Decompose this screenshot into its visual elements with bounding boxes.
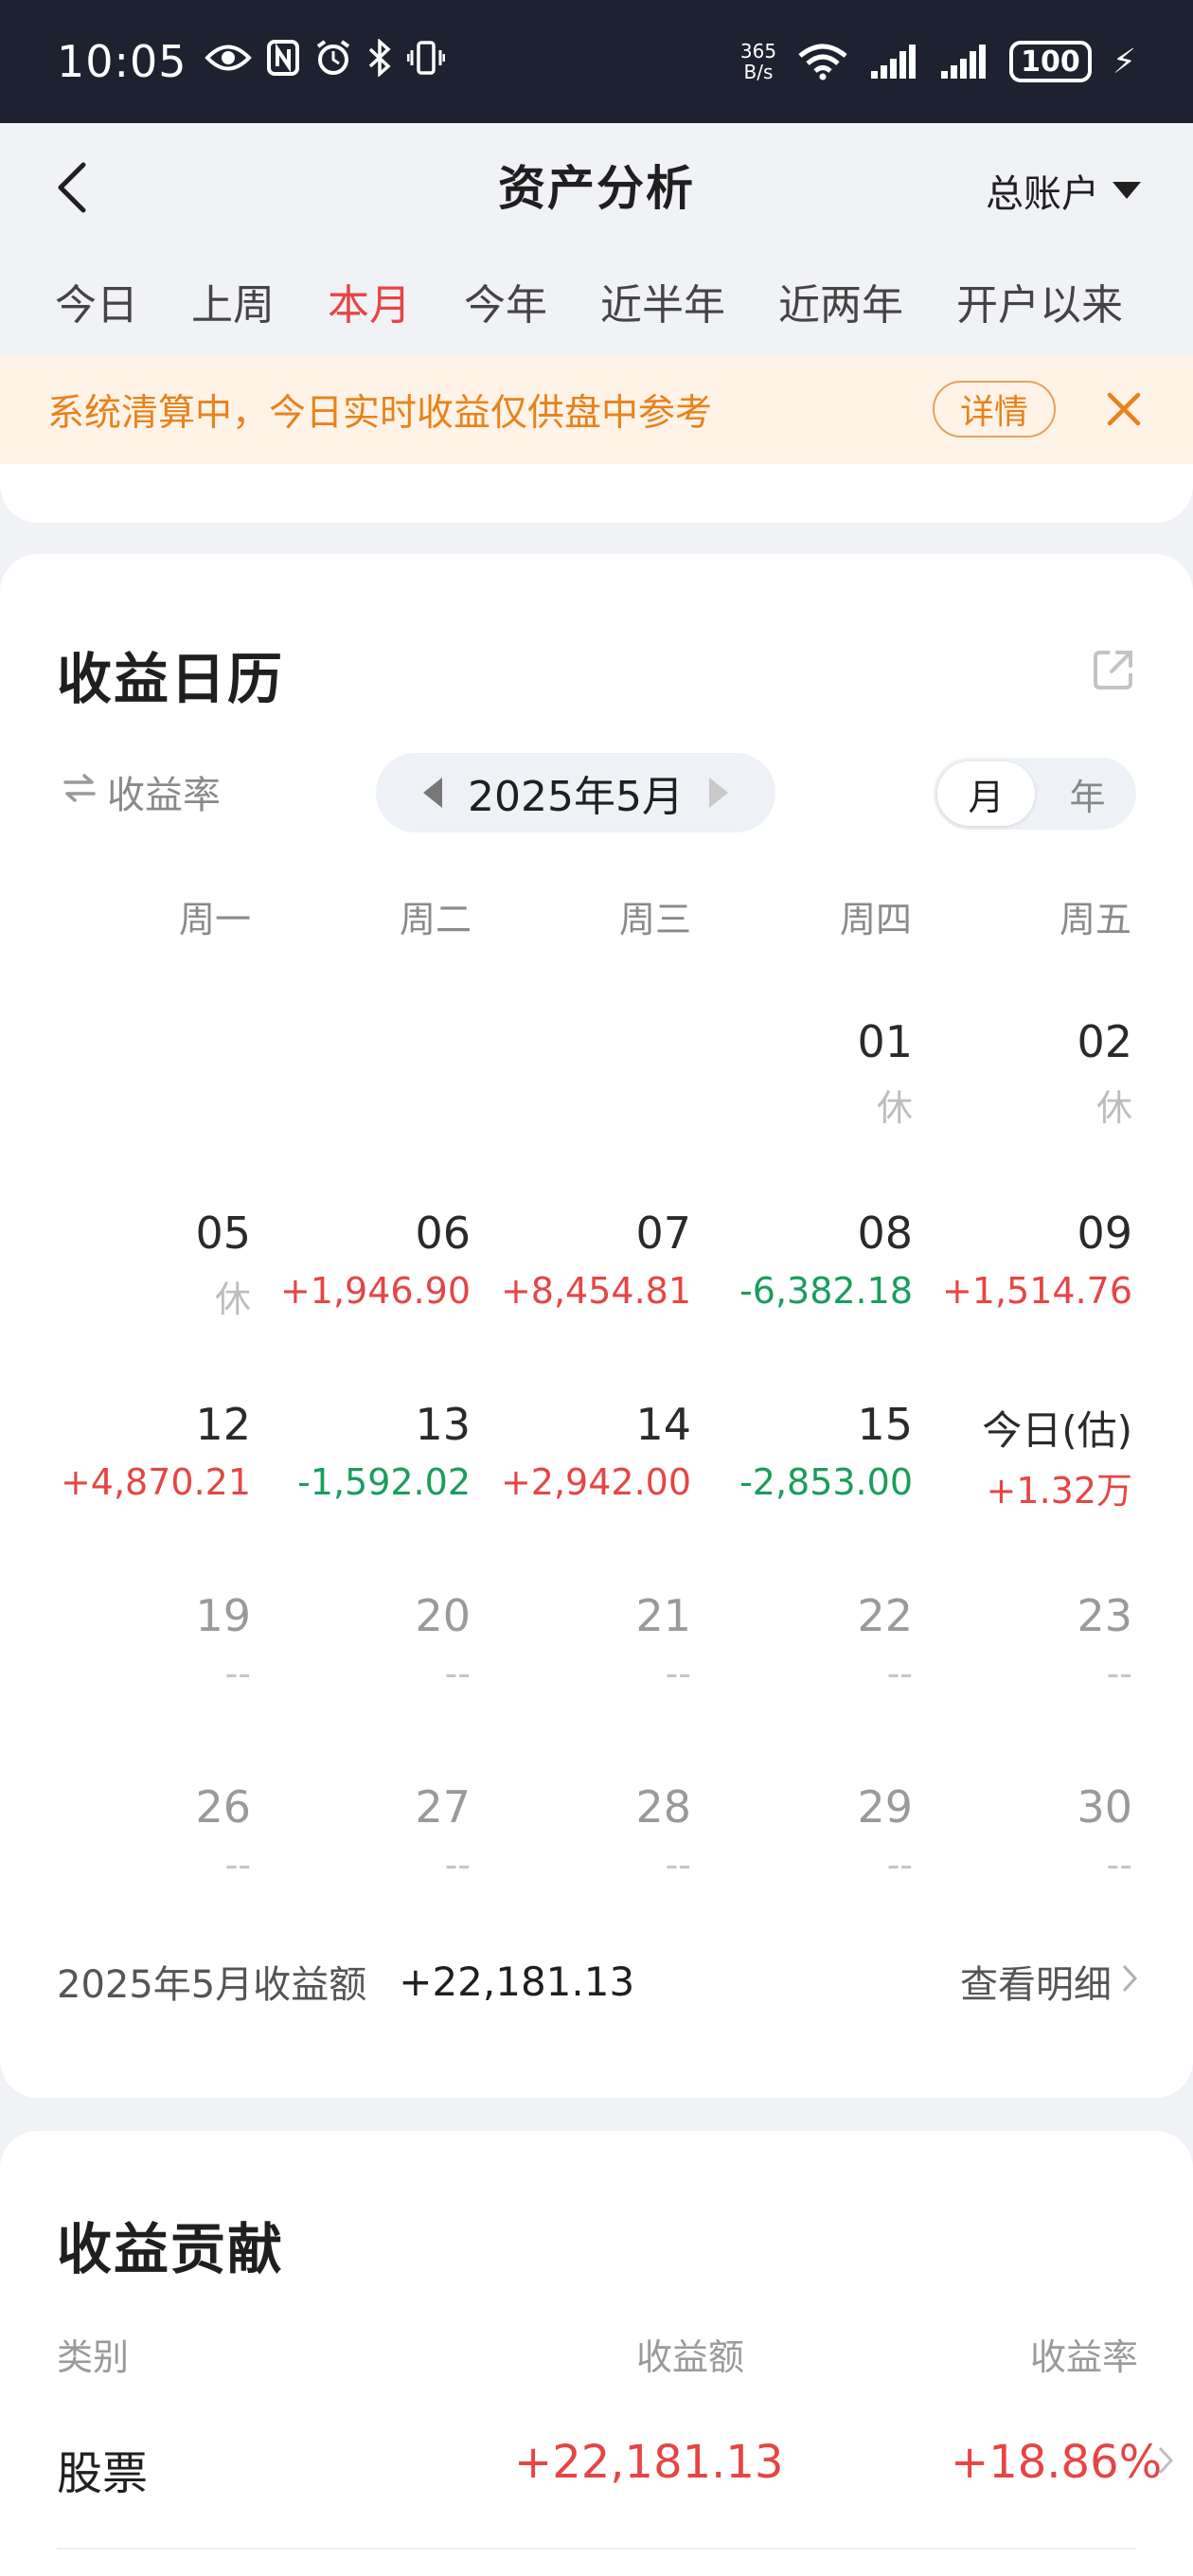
calendar-day[interactable]: 14 +2,942.00 <box>472 1399 691 1503</box>
weekday-wed: 周三 <box>618 899 691 940</box>
swap-icon <box>62 770 98 814</box>
calendar-day[interactable]: 07 +8,454.81 <box>472 1208 691 1312</box>
calendar-day[interactable]: 12 +4,870.21 <box>31 1399 251 1503</box>
account-label: 总账户 <box>986 172 1099 216</box>
account-selector[interactable]: 总账户 <box>986 163 1141 218</box>
mode-month[interactable]: 月 <box>937 761 1035 826</box>
rate-toggle[interactable]: 收益率 <box>62 764 221 819</box>
weekday-tue: 周二 <box>399 899 472 940</box>
tab-today[interactable]: 今日 <box>55 271 138 331</box>
vibrate-icon <box>406 39 446 85</box>
status-time: 10:05 <box>57 36 187 87</box>
contribution-title: 收益贡献 <box>57 2217 285 2281</box>
nfc-icon <box>266 39 299 84</box>
settlement-notice: 系统清算中，今日实时收益仅供盘中参考 详情 <box>0 355 1193 464</box>
next-month-icon[interactable] <box>709 778 728 808</box>
col-header-amount: 收益额 <box>636 2336 745 2378</box>
col-header-rate: 收益率 <box>1030 2336 1139 2378</box>
calendar-day[interactable]: 30 -- <box>913 1781 1132 1886</box>
notice-text: 系统清算中，今日实时收益仅供盘中参考 <box>47 391 713 435</box>
row-divider <box>57 2548 1136 2549</box>
prev-month-icon[interactable] <box>423 778 442 808</box>
previous-card-bottom <box>0 464 1193 523</box>
status-icons <box>204 37 446 85</box>
calendar-day-today[interactable]: 今日(估) +1.32万 <box>913 1399 1132 1513</box>
header: 资产分析 总账户 <box>0 123 1193 246</box>
weekday-fri: 周五 <box>1059 899 1131 940</box>
signal-icon-2 <box>939 43 988 80</box>
close-icon[interactable] <box>1106 391 1142 431</box>
calendar-day[interactable]: 01 休 <box>693 1016 913 1131</box>
calendar-day[interactable]: 19 -- <box>31 1590 251 1694</box>
wifi-icon <box>797 43 848 80</box>
current-month: 2025年5月 <box>468 773 684 821</box>
charging-icon: ⚡ <box>1112 42 1136 81</box>
calendar-day[interactable]: 08 -6,382.18 <box>693 1208 913 1312</box>
weekday-thu: 周四 <box>839 899 912 940</box>
battery-indicator: 100 <box>1009 41 1092 82</box>
back-icon[interactable] <box>55 161 89 218</box>
calendar-day[interactable]: 05 休 <box>31 1208 251 1322</box>
calendar-day[interactable]: 21 -- <box>472 1590 691 1694</box>
chevron-right-icon <box>1121 1959 1138 2003</box>
bluetooth-icon <box>367 37 392 85</box>
calendar-day[interactable]: 22 -- <box>693 1590 913 1694</box>
alarm-icon <box>314 39 352 85</box>
month-summary: 2025年5月收益额 +22,181.13 <box>57 1954 634 2009</box>
month-picker: 2025年5月 <box>376 753 775 832</box>
eye-icon <box>204 41 252 82</box>
chevron-right-icon <box>1157 2445 1174 2479</box>
income-calendar-card: 收益日历 收益率 2025年5月 月 年 周一 周二 周三 周四 周五 01 休… <box>0 554 1193 2098</box>
calendar-day[interactable]: 06 +1,946.90 <box>251 1208 471 1312</box>
col-header-category: 类别 <box>57 2336 130 2378</box>
tab-since-open[interactable]: 开户以来 <box>956 271 1123 331</box>
tab-this-year[interactable]: 今年 <box>464 271 547 331</box>
calendar-day[interactable]: 09 +1,514.76 <box>913 1208 1132 1312</box>
calendar-day[interactable]: 23 -- <box>913 1590 1132 1694</box>
status-right: 365 B/s 100 ⚡ <box>740 41 1136 82</box>
calendar-day[interactable]: 02 休 <box>913 1016 1132 1131</box>
view-details-link[interactable]: 查看明细 <box>960 1954 1138 2009</box>
calendar-day[interactable]: 26 -- <box>31 1781 251 1886</box>
calendar-day[interactable]: 15 -2,853.00 <box>693 1399 913 1503</box>
view-mode-switch: 月 年 <box>934 758 1136 830</box>
tab-two-years[interactable]: 近两年 <box>778 271 903 331</box>
network-speed: 365 B/s <box>739 40 777 83</box>
income-contribution-card: 收益贡献 类别 收益额 收益率 股票 +22,181.13 +18.86% <box>0 2131 1193 2576</box>
row-category: 股票 <box>57 2447 149 2500</box>
calendar-day[interactable]: 13 -1,592.02 <box>251 1399 471 1503</box>
signal-icon <box>869 43 918 80</box>
triangle-down-icon <box>1113 182 1141 199</box>
calendar-day[interactable]: 20 -- <box>251 1590 471 1694</box>
share-icon[interactable] <box>1091 647 1136 696</box>
tab-last-week[interactable]: 上周 <box>191 271 275 331</box>
row-amount: +22,181.13 <box>514 2436 784 2489</box>
row-rate: +18.86% <box>951 2436 1163 2489</box>
calendar-day[interactable]: 27 -- <box>251 1781 471 1886</box>
mode-year[interactable]: 年 <box>1039 761 1136 826</box>
calendar-day[interactable]: 29 -- <box>693 1781 913 1886</box>
rate-toggle-label: 收益率 <box>107 774 221 817</box>
period-tabs: 今日 上周 本月 今年 近半年 近两年 开户以来 <box>0 246 1193 355</box>
summary-value: +22,181.13 <box>399 1958 635 2005</box>
calendar-title: 收益日历 <box>57 647 285 711</box>
tab-this-month[interactable]: 本月 <box>328 271 411 331</box>
calendar-day[interactable]: 28 -- <box>472 1781 691 1886</box>
page-title: 资产分析 <box>498 161 695 216</box>
status-bar: 10:05 365 B/s 100 ⚡ <box>0 0 1193 123</box>
tab-half-year[interactable]: 近半年 <box>600 271 725 331</box>
weekday-mon: 周一 <box>178 899 251 940</box>
notice-details-button[interactable]: 详情 <box>933 381 1056 438</box>
summary-label: 2025年5月收益额 <box>57 1963 367 2007</box>
